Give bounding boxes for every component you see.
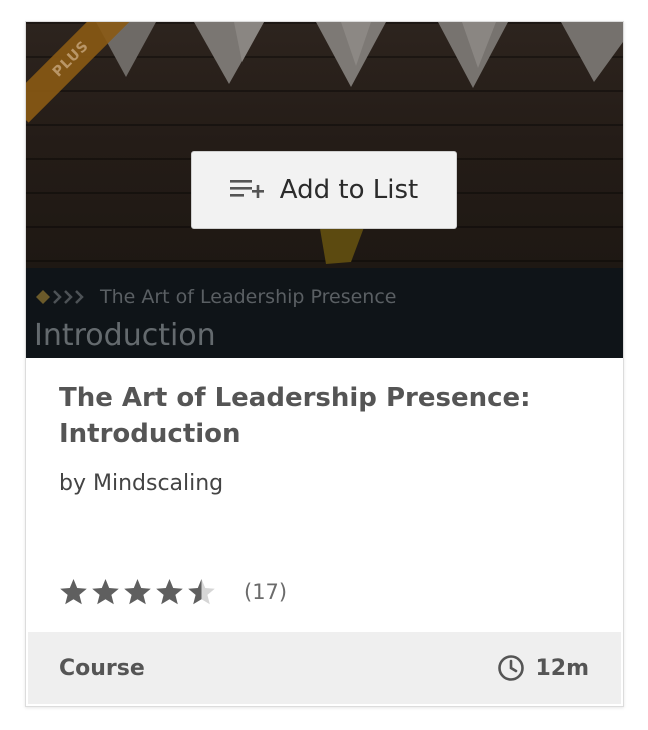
thumbnail-subtitle: The Art of Leadership Presence [100, 286, 397, 308]
content-type: Course [59, 656, 145, 681]
rating-row: (17) [59, 578, 287, 606]
star-icon [124, 579, 151, 605]
star-icon [60, 579, 87, 605]
paper-boats-image [96, 22, 623, 264]
course-title[interactable]: The Art of Leadership Presence: Introduc… [59, 380, 579, 452]
card-footer: Course 12m [28, 632, 621, 704]
duration-value: 12m [535, 655, 589, 681]
course-author: by Mindscaling [59, 471, 224, 496]
star-icon [156, 579, 183, 605]
star-half-icon [188, 579, 215, 605]
clock-icon [498, 655, 525, 681]
chevrons-icon [36, 290, 84, 304]
thumbnail-big-label: Introduction [34, 318, 216, 353]
playlist-add-icon [229, 180, 264, 198]
rating-count: (17) [244, 580, 288, 604]
course-card[interactable]: PLUS The Art of Leadership Presence Intr… [25, 21, 624, 707]
star-rating [59, 578, 216, 606]
add-to-list-label: Add to List [279, 175, 419, 205]
course-thumbnail[interactable]: PLUS The Art of Leadership Presence Intr… [26, 22, 623, 358]
star-icon [92, 579, 119, 605]
add-to-list-button[interactable]: Add to List [191, 151, 457, 229]
duration: 12m [497, 654, 589, 682]
